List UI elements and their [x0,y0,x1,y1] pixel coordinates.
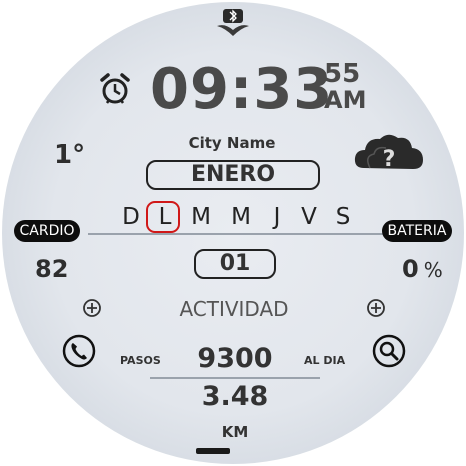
steps-value: 9300 [197,343,273,374]
steps-divider [150,377,320,379]
battery-unit: % [423,258,443,282]
weekday-divider [88,233,384,235]
steps-suffix: AL DIA [304,354,346,367]
battery-value: 0 [402,255,419,283]
time-display: 09:33 [150,57,334,122]
weekday-3: M [231,204,251,230]
add-right-icon[interactable] [366,298,386,318]
weekday-4: J [273,204,281,230]
distance-value: 3.48 [201,381,269,412]
time-ampm: AM [324,86,367,114]
steps-label: PASOS [120,354,161,367]
add-left-icon[interactable] [82,298,102,318]
battery-label: BATERIA [387,223,447,239]
svg-text:?: ? [383,147,396,172]
month-label: ENERO [190,162,276,187]
heart-rate-value: 82 [35,255,69,283]
search-icon[interactable] [372,334,406,368]
weekday-5: V [301,204,317,230]
cloud-question-icon[interactable]: ? [352,128,426,180]
phone-icon[interactable] [62,334,96,368]
battery-badge[interactable]: BATERIA [382,220,452,242]
distance-unit: KM [221,423,249,441]
activity-title: ACTIVIDAD [179,297,289,321]
weekday-6: S [335,204,351,230]
alarm-clock-icon[interactable] [98,72,132,106]
active-weekday-ring [146,201,180,233]
city-name: City Name [188,134,276,152]
weekday-2: M [191,204,211,230]
cardio-label: CARDIO [19,223,75,239]
day-number: 01 [219,251,251,276]
temperature: 1° [54,140,86,170]
time-seconds: 55 [324,59,361,89]
bottom-indicator [196,448,230,454]
weekday-0: D [122,204,140,230]
day-box: 01 [194,249,276,279]
cardio-badge[interactable]: CARDIO [14,220,80,242]
watch-face: 09:33 55 AM 1° City Name ? ENERO D L M M… [2,2,464,464]
battery-value-group: 0 % [402,254,443,285]
bluetooth-logo-icon [216,8,250,38]
month-box: ENERO [146,160,320,190]
